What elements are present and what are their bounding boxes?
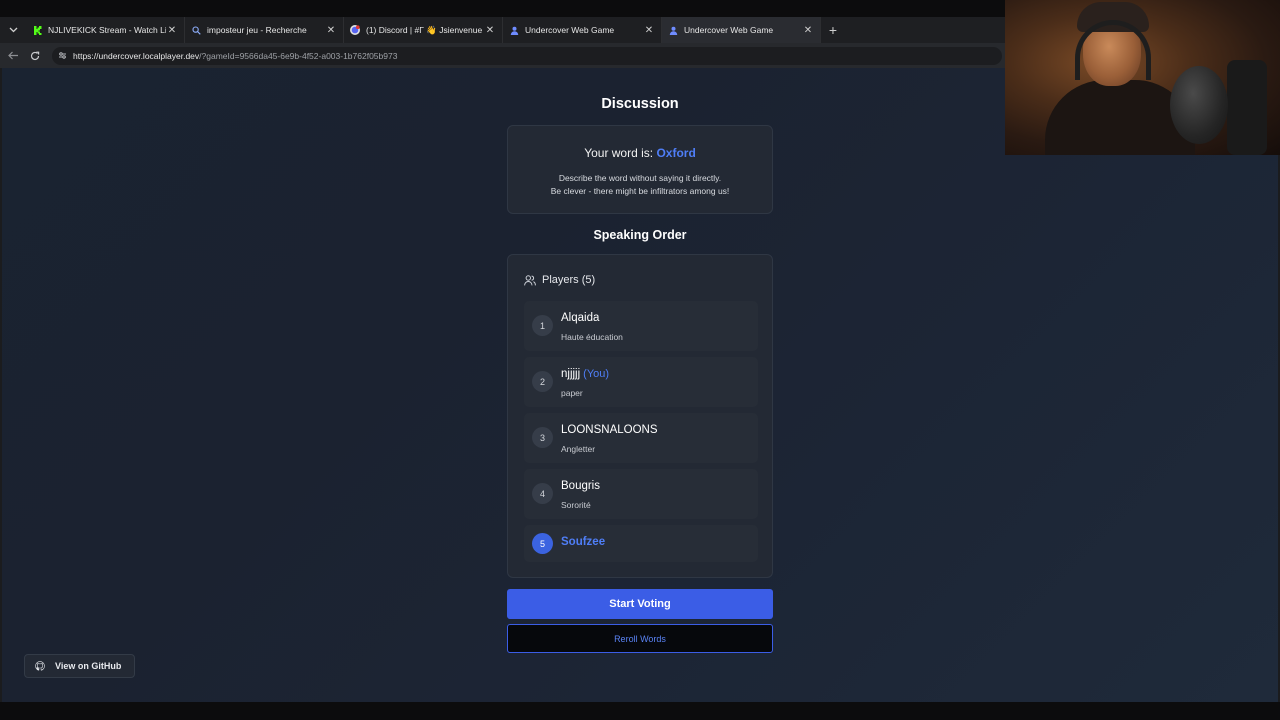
player-row: 3 LOONSNALOONS Angletter	[524, 413, 758, 463]
word-label: Your word is:	[584, 146, 654, 160]
player-number: 1	[532, 315, 553, 336]
player-name: Soufzee	[561, 536, 606, 548]
tab-kick[interactable]: NJLIVEKICK Stream - Watch Live o ✕	[26, 17, 185, 43]
tab-title: NJLIVEKICK Stream - Watch Live o	[48, 25, 166, 35]
address-bar-row: https://undercover.localplayer.dev/?game…	[0, 43, 1005, 68]
tab-title: imposteur jeu - Recherche	[207, 25, 307, 35]
back-button[interactable]	[2, 43, 24, 68]
player-name: njjjjj	[561, 368, 581, 380]
player-number: 5	[532, 533, 553, 554]
player-name: Bougris	[561, 480, 600, 492]
webcam-overlay	[1005, 0, 1280, 155]
player-name: LOONSNALOONS	[561, 424, 658, 436]
player-word: Sororité	[561, 500, 591, 510]
player-number: 4	[532, 483, 553, 504]
url-bar[interactable]: https://undercover.localplayer.dev/?game…	[52, 46, 1002, 65]
players-header: Players (5)	[524, 274, 595, 286]
player-name-line: njjjjj (You)	[561, 368, 609, 380]
tab-title: Undercover Web Game	[684, 25, 774, 35]
close-icon[interactable]: ✕	[166, 25, 178, 36]
player-number: 2	[532, 371, 553, 392]
player-row-current: 5 Soufzee	[524, 525, 758, 562]
tab-list-button[interactable]	[0, 17, 26, 43]
github-label: View on GitHub	[55, 661, 122, 671]
url-host: https://undercover.localplayer.dev	[73, 50, 200, 61]
close-icon[interactable]: ✕	[484, 25, 496, 36]
microphone	[1170, 66, 1228, 144]
start-voting-button[interactable]: Start Voting	[507, 589, 773, 619]
reroll-words-button[interactable]: Reroll Words	[507, 624, 773, 653]
word-card: Your word is: Oxford Describe the word w…	[507, 125, 773, 214]
screen-bottom-bar	[0, 702, 1280, 720]
user-icon	[668, 25, 678, 35]
tab-undercover-2[interactable]: Undercover Web Game ✕	[662, 17, 821, 43]
player-number: 3	[532, 427, 553, 448]
chevron-down-icon	[9, 27, 17, 33]
players-card: Players (5) 1 Alqaida Haute éducation 2 …	[507, 254, 773, 578]
users-icon	[524, 274, 536, 285]
word-instruction-1: Describe the word without saying it dire…	[558, 173, 722, 183]
github-icon	[35, 661, 45, 671]
tab-discord[interactable]: (1) Discord | #Γ 👋 Jsienvenue | K-0 ✕	[344, 17, 503, 43]
mic-arm	[1227, 60, 1267, 155]
arrow-left-icon	[7, 51, 18, 60]
search-icon	[191, 25, 201, 35]
user-icon	[509, 25, 519, 35]
player-name: Alqaida	[561, 312, 600, 324]
player-row: 2 njjjjj (You) paper	[524, 357, 758, 407]
kick-icon	[32, 25, 42, 35]
word-line: Your word is: Oxford	[508, 146, 772, 160]
github-button[interactable]: View on GitHub	[24, 654, 135, 678]
plus-icon: +	[828, 22, 838, 38]
you-badge: (You)	[583, 368, 610, 380]
url-path: /?gameId=9566da45-6e9b-4f52-a003-1b762f0…	[199, 50, 398, 61]
player-row: 1 Alqaida Haute éducation	[524, 301, 758, 351]
word-instruction-2: Be clever - there might be infiltrators …	[550, 186, 730, 196]
speaking-order-title: Speaking Order	[593, 228, 687, 242]
tab-title: Undercover Web Game	[525, 25, 615, 35]
tab-search[interactable]: imposteur jeu - Recherche ✕	[185, 17, 344, 43]
tab-undercover-1[interactable]: Undercover Web Game ✕	[503, 17, 662, 43]
player-word: Angletter	[561, 444, 596, 454]
players-count: Players (5)	[542, 274, 596, 286]
discord-icon	[350, 25, 360, 35]
reload-button[interactable]	[24, 43, 46, 68]
close-icon[interactable]: ✕	[325, 25, 337, 36]
site-info-icon	[59, 52, 66, 59]
player-row: 4 Bougris Sororité	[524, 469, 758, 519]
close-icon[interactable]: ✕	[643, 25, 655, 36]
new-tab-button[interactable]: +	[821, 17, 845, 43]
close-icon[interactable]: ✕	[802, 25, 814, 36]
player-word: Haute éducation	[561, 332, 623, 342]
player-word: paper	[561, 388, 583, 398]
secret-word: Oxford	[656, 146, 696, 160]
browser-window: NJLIVEKICK Stream - Watch Live o ✕ impos…	[0, 0, 1280, 720]
reload-icon	[30, 51, 40, 60]
game-page: Discussion Your word is: Oxford Describe…	[2, 68, 1278, 702]
tab-title: (1) Discord | #Γ 👋 Jsienvenue | K-0	[366, 24, 484, 35]
